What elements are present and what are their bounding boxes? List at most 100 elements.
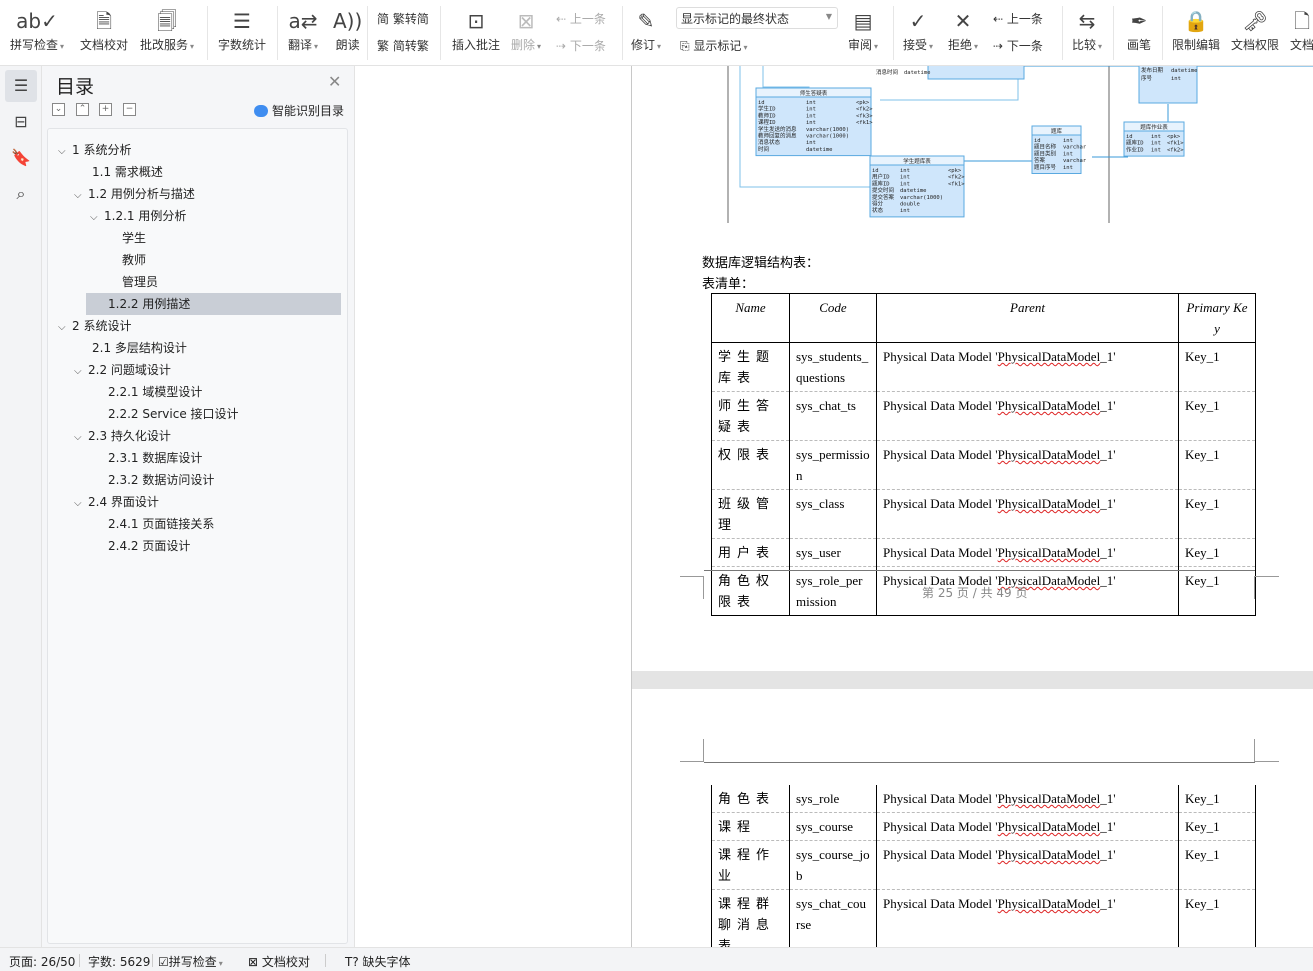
reject-button[interactable]: ✕ 拒绝 ▾	[948, 6, 978, 53]
next-comment-button[interactable]: ⇢ 下一条	[556, 37, 606, 54]
diagram-text: 题库ID	[872, 179, 890, 187]
read-aloud-icon: A))	[333, 9, 363, 33]
review-pane-icon: ▤	[853, 9, 873, 33]
chevron-down-icon[interactable]: ⌵	[74, 427, 88, 449]
collapse-up-icon[interactable]: ⌃	[76, 103, 89, 116]
toc-item[interactable]: ⌵ 2.3 持久化设计	[48, 425, 348, 447]
toc-item[interactable]: ⌵ 2 系统设计	[48, 315, 348, 337]
diagram-text: int	[1171, 76, 1181, 82]
diagram-text: 课程ID	[758, 118, 776, 126]
trad-simp-icon: 简	[377, 12, 393, 26]
toc-item-label: 2.2 问题域设计	[88, 363, 171, 377]
restrict-edit-button[interactable]: 🔒 限制编辑	[1172, 6, 1220, 53]
insert-comment-button[interactable]: ⊡ 插入批注	[452, 6, 500, 53]
chevron-down-icon[interactable]: ⌵	[74, 493, 88, 515]
diagram-text: <fk1>	[856, 120, 873, 126]
review-pane-button[interactable]: ▤ 审阅 ▾	[848, 6, 878, 53]
accept-button[interactable]: ✓ 接受 ▾	[903, 6, 933, 53]
smart-toc-button[interactable]: 智能识别目录	[254, 102, 344, 119]
cell-code: sys_course	[789, 812, 877, 841]
section-subheading: 表清单：	[702, 277, 755, 292]
word-count-button[interactable]: ☰ 字数统计	[218, 6, 266, 53]
status-bar: 页面: 26/50 字数: 5629 ☑拼写检查 ▾ ⊠ 文档校对 T? 缺失字体	[0, 947, 1313, 971]
cell-name: 角色表	[711, 785, 790, 813]
prev-change-button[interactable]: ⇠ 上一条	[993, 10, 1043, 27]
toc-icon[interactable]: ☰	[5, 70, 37, 102]
toc-item[interactable]: 2.4.2 页面设计	[48, 535, 348, 557]
chevron-down-icon[interactable]: ⌵	[74, 185, 88, 207]
status-spell-check[interactable]: ☑拼写检查 ▾	[158, 953, 223, 970]
prev-comment-button[interactable]: ⇠ 上一条	[556, 10, 606, 27]
prev-icon: ⇠	[556, 12, 570, 26]
show-markup-button[interactable]: ⎘ 显示标记 ▾	[680, 37, 747, 54]
toc-item[interactable]: ⌵ 2.2 问题域设计	[48, 359, 348, 381]
outline-icon[interactable]: ⊟	[5, 106, 37, 138]
doc-more-button[interactable]: 🗋 文档	[1290, 6, 1313, 53]
diagram-text: 用户ID	[872, 173, 890, 181]
diagram-text: int	[1063, 138, 1073, 144]
toc-item[interactable]: 2.3.1 数据库设计	[48, 447, 348, 469]
toc-item-label: 2.4 界面设计	[88, 495, 159, 509]
toc-item[interactable]: 1.2.2 用例描述	[86, 293, 341, 315]
track-changes-button[interactable]: ✎ 修订 ▾	[631, 6, 661, 53]
toc-item-label: 1.1 需求概述	[92, 165, 163, 179]
table-row: 角色表 sys_role Physical Data Model 'Physical…	[711, 785, 1256, 813]
simp-to-trad-button[interactable]: 繁 简转繁	[377, 37, 429, 54]
diagram-text: 答案	[1034, 156, 1046, 164]
diagram-text: 题目名称	[1034, 143, 1057, 151]
search-icon[interactable]: ⌕	[5, 178, 37, 210]
toc-item[interactable]: 管理员	[48, 271, 348, 293]
diagram-text: <fk2>	[1167, 147, 1184, 153]
toc-item[interactable]: 2.1 多层结构设计	[48, 337, 348, 359]
diagram-text: 作业ID	[1126, 145, 1144, 153]
bookmark-icon[interactable]: 🔖	[5, 142, 37, 174]
markup-state-select[interactable]: 显示标记的最终状态 ▼	[676, 7, 838, 29]
toc-item[interactable]: 2.2.2 Service 接口设计	[48, 403, 348, 425]
diagram-text: <fk3>	[856, 113, 873, 119]
column-header: Parent	[876, 293, 1179, 343]
translate-button[interactable]: a⇄ 翻译 ▾	[288, 6, 318, 53]
next-change-button[interactable]: ⇢ 下一条	[993, 37, 1043, 54]
trad-to-simp-button[interactable]: 简 繁转简	[377, 10, 429, 27]
chevron-down-icon[interactable]: ⌵	[58, 317, 72, 339]
doc-permission-button[interactable]: 🗝 文档权限	[1231, 6, 1279, 53]
missing-fonts[interactable]: T? 缺失字体	[345, 953, 411, 970]
collapse-all-icon[interactable]: −	[123, 103, 136, 116]
entity-box: 师生答疑表 id int <pk> 学生ID int <fk2> 教师ID int <fk3> 课程…	[755, 87, 873, 157]
toc-item[interactable]: 教师	[48, 249, 348, 271]
toc-item[interactable]: ⌵ 1.2 用例分析与描述	[48, 183, 348, 205]
read-aloud-button[interactable]: A)) 朗读	[333, 6, 362, 53]
cell-code: sys_class	[789, 489, 877, 539]
compare-button[interactable]: ⇆ 比较 ▾	[1072, 6, 1102, 53]
toc-item[interactable]: 2.4.1 页面链接关系	[48, 513, 348, 535]
cell-parent: Physical Data Model 'PhysicalDataModel_1…	[876, 538, 1179, 567]
toc-item[interactable]: ⌵ 2.4 界面设计	[48, 491, 348, 513]
toc-item[interactable]: 1.1 需求概述	[48, 161, 348, 183]
toc-item[interactable]: 2.2.1 域模型设计	[48, 381, 348, 403]
expand-all-icon[interactable]: +	[99, 103, 112, 116]
pen-button[interactable]: ✒ 画笔	[1127, 6, 1151, 53]
spell-check-button[interactable]: ab✓ 拼写检查 ▾	[10, 6, 64, 53]
chevron-down-icon[interactable]: ⌵	[58, 141, 72, 163]
expand-down-icon[interactable]: ⌄	[52, 103, 65, 116]
diagram-text: varchar	[1063, 145, 1087, 151]
diagram-text: varchar(1000)	[900, 195, 943, 201]
cell-key: Key_1	[1178, 812, 1256, 841]
correction-service-button[interactable]: 🗐 批改服务 ▾	[140, 6, 194, 53]
page-indicator[interactable]: 页面: 26/50	[9, 953, 75, 970]
doc-proof-button[interactable]: 🗎 文档校对	[80, 6, 128, 53]
delete-comment-button[interactable]: ⊠ 删除 ▾	[511, 6, 541, 53]
toc-item[interactable]: 学生	[48, 227, 348, 249]
table-row: 学生题库表 sys_students_questions Physical Data…	[711, 342, 1256, 392]
toc-item[interactable]: ⌵ 1 系统分析	[48, 139, 348, 161]
word-count[interactable]: 字数: 5629	[88, 953, 150, 970]
diagram-text: 得分	[872, 200, 884, 208]
entity-box: 题库作业表 id int <pk> 题库ID int <fk1> 作业ID int <fk2>	[1123, 121, 1185, 157]
chevron-down-icon[interactable]: ⌵	[74, 361, 88, 383]
chevron-down-icon[interactable]: ⌵	[90, 207, 104, 229]
status-doc-proof[interactable]: ⊠ 文档校对	[248, 953, 310, 970]
close-icon[interactable]: ✕	[328, 72, 341, 91]
toc-item[interactable]: ⌵ 1.2.1 用例分析	[48, 205, 348, 227]
diagram-text: id	[1126, 134, 1133, 140]
toc-item[interactable]: 2.3.2 数据访问设计	[48, 469, 348, 491]
